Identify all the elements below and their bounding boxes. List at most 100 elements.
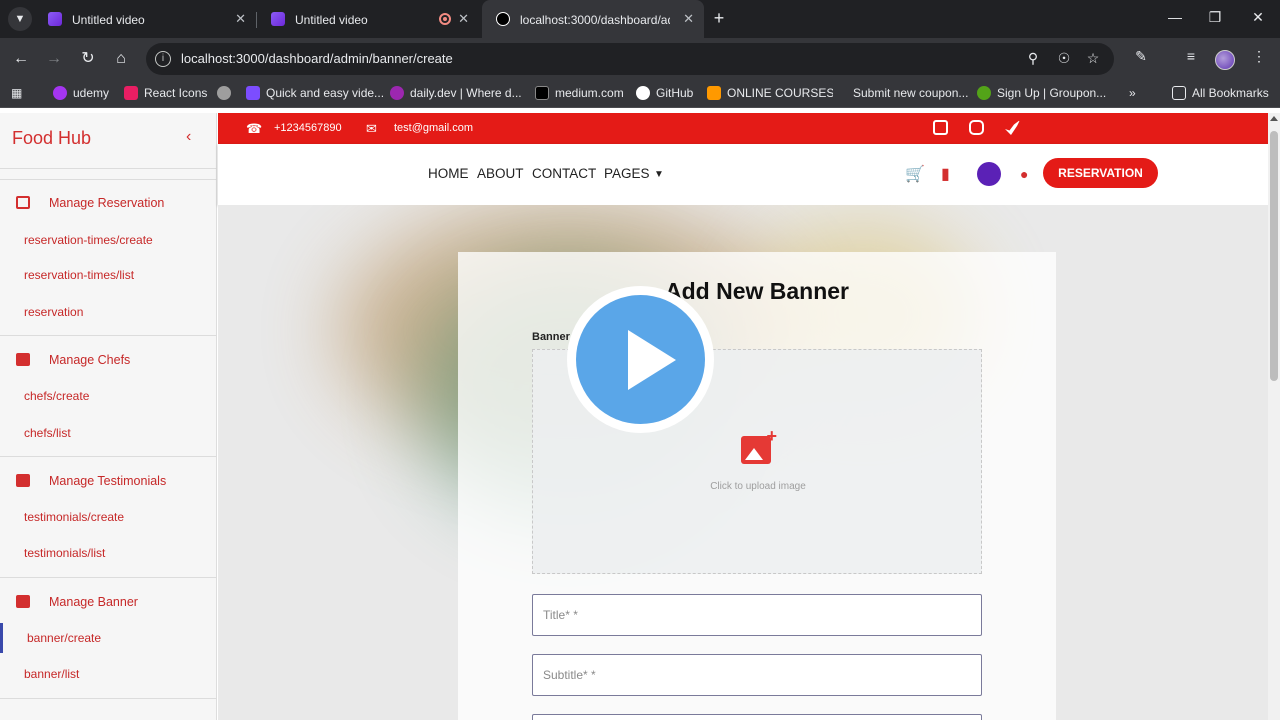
groupon-icon — [977, 86, 991, 100]
sidebar-item-banner-create[interactable]: banner/create — [27, 631, 101, 645]
reservation-button[interactable]: RESERVATION — [1043, 158, 1158, 188]
bookmark-groupon[interactable]: Sign Up | Groupon... — [977, 86, 1106, 100]
menu-kebab-icon[interactable]: ⋮ — [1249, 48, 1269, 65]
sidebar-item-chefs-list[interactable]: chefs/list — [24, 426, 71, 440]
browser-toolbar: ← → ↻ ⌂ i localhost:3000/dashboard/admin… — [0, 38, 1280, 80]
bookmark-dailydev[interactable]: daily.dev | Where d... — [390, 86, 522, 100]
subtitle-field[interactable] — [532, 654, 982, 696]
back-icon[interactable]: ← — [10, 48, 32, 70]
url-text[interactable]: localhost:3000/dashboard/admin/banner/cr… — [181, 51, 453, 66]
browser-tab-active[interactable]: localhost:3000/dashboard/adm ✕ — [482, 0, 704, 38]
profile-avatar[interactable] — [1215, 50, 1235, 70]
scroll-up-icon[interactable] — [1270, 116, 1278, 121]
tab-close-icon[interactable]: ✕ — [458, 11, 469, 27]
address-bar[interactable]: i localhost:3000/dashboard/admin/banner/… — [146, 43, 1114, 75]
sidebar-item-testimonials-list[interactable]: testimonials/list — [24, 546, 105, 560]
upload-hint: Click to upload image — [710, 481, 806, 492]
next-field[interactable] — [532, 714, 982, 720]
sidebar-item-testimonials-create[interactable]: testimonials/create — [24, 510, 124, 524]
react-icons-icon — [124, 86, 138, 100]
bookmark-udemy[interactable]: udemy — [53, 86, 109, 100]
recording-icon — [439, 13, 451, 25]
browser-tab-2[interactable]: Untitled video ✕ — [257, 0, 479, 38]
sidebar-item-reservation[interactable]: reservation — [24, 305, 83, 319]
cart-icon[interactable]: 🛒 — [905, 164, 925, 184]
tab-close-icon[interactable]: ✕ — [683, 11, 694, 27]
browser-tab-1[interactable]: Untitled video ✕ — [34, 0, 256, 38]
nav-pages[interactable]: PAGES — [604, 166, 650, 181]
twitter-icon[interactable] — [1005, 120, 1020, 135]
tab-title: Untitled video — [295, 13, 368, 27]
contact-email: test@gmail.com — [394, 122, 474, 134]
banner-form-card: Add New Banner Banner Click to upload im… — [458, 252, 1056, 720]
coupon-icon — [833, 86, 847, 100]
bookmark-medium[interactable]: medium.com — [535, 86, 624, 100]
sidebar-item-reservation-times-list[interactable]: reservation-times/list — [24, 268, 134, 282]
media-queue-icon[interactable]: ≡ — [1181, 48, 1201, 64]
divider — [0, 456, 217, 457]
title-input[interactable] — [533, 595, 981, 635]
site-info-icon[interactable]: i — [155, 51, 171, 67]
bookmark-globe[interactable] — [217, 86, 237, 100]
nav-home[interactable]: HOME — [428, 166, 469, 181]
extensions-icon[interactable]: ✎ — [1131, 48, 1151, 65]
main-content: Add New Banner Banner Click to upload im… — [218, 205, 1268, 720]
restore-icon[interactable]: ❐ — [1205, 9, 1225, 26]
archive-icon — [16, 353, 30, 366]
all-bookmarks[interactable]: All Bookmarks — [1172, 86, 1269, 100]
github-icon — [636, 86, 650, 100]
site-navbar: HOME ABOUT CONTACT PAGES ▼ 🛒 ▮ ● RESERVA… — [218, 144, 1268, 205]
sidebar-item-reservation-times-create[interactable]: reservation-times/create — [24, 233, 153, 247]
sidebar-item-chefs-create[interactable]: chefs/create — [24, 389, 89, 403]
mail-icon: ✉ — [366, 121, 377, 136]
window-close-icon[interactable]: ✕ — [1248, 9, 1268, 26]
bell-icon[interactable]: ● — [1020, 166, 1028, 182]
more-bookmarks-icon[interactable]: » — [1129, 86, 1136, 100]
contact-topbar: ☎ +1234567890 ✉ test@gmail.com — [218, 113, 1268, 144]
forward-icon[interactable]: → — [43, 48, 65, 70]
bookmark-github[interactable]: GitHub — [636, 86, 693, 100]
tab-close-icon[interactable]: ✕ — [235, 11, 246, 27]
section-manage-testimonials[interactable]: Manage Testimonials — [16, 474, 166, 488]
subtitle-input[interactable] — [533, 655, 981, 695]
scrollbar-thumb[interactable] — [1270, 131, 1278, 381]
section-manage-reservation[interactable]: Manage Reservation — [16, 196, 164, 210]
calendar-icon — [16, 196, 30, 209]
bookmark-online-courses[interactable]: ONLINE COURSES — [707, 86, 834, 100]
play-icon — [628, 330, 676, 390]
divider — [0, 335, 217, 336]
facebook-icon[interactable] — [933, 120, 948, 135]
title-field[interactable] — [532, 594, 982, 636]
bookmark-submit-coupon[interactable]: Submit new coupon... — [833, 86, 968, 100]
dailydev-icon — [390, 86, 404, 100]
instagram-icon[interactable] — [969, 120, 984, 135]
reload-icon[interactable]: ↻ — [77, 48, 99, 70]
new-tab-icon[interactable]: + — [708, 8, 730, 29]
minimize-icon[interactable]: — — [1165, 9, 1185, 25]
bookmark-quick-video[interactable]: Quick and easy vide... — [246, 86, 384, 100]
bookmarks-bar: ▦ udemy React Icons Quick and easy vide.… — [0, 80, 1280, 108]
sidebar-item-banner-list[interactable]: banner/list — [24, 667, 79, 681]
bookmark-star-icon[interactable]: ☆ — [1084, 50, 1102, 67]
section-manage-chefs[interactable]: Manage Chefs — [16, 353, 130, 367]
tab-search-dropdown-icon[interactable]: ▼ — [8, 7, 32, 31]
udemy-icon — [53, 86, 67, 100]
user-avatar[interactable] — [977, 162, 1001, 186]
phone-icon: ☎ — [246, 121, 263, 136]
video-play-button[interactable] — [567, 286, 714, 433]
collapse-sidebar-icon[interactable]: ‹ — [186, 128, 191, 146]
contact-phone: +1234567890 — [274, 122, 342, 134]
section-manage-banner[interactable]: Manage Banner — [16, 595, 138, 609]
zoom-icon[interactable]: ⚲ — [1024, 50, 1042, 67]
bookmark-react-icons[interactable]: React Icons — [124, 86, 207, 100]
page-scrollbar[interactable] — [1268, 113, 1280, 720]
archive-icon — [16, 595, 30, 608]
archive-icon — [16, 474, 30, 487]
chevron-down-icon[interactable]: ▼ — [654, 169, 664, 180]
home-icon[interactable]: ⌂ — [110, 48, 132, 70]
eye-off-icon[interactable]: ☉ — [1055, 50, 1073, 67]
door-icon[interactable]: ▮ — [941, 164, 950, 184]
nav-contact[interactable]: CONTACT — [532, 166, 596, 181]
nav-about[interactable]: ABOUT — [477, 166, 524, 181]
apps-grid-icon[interactable]: ▦ — [11, 86, 22, 100]
